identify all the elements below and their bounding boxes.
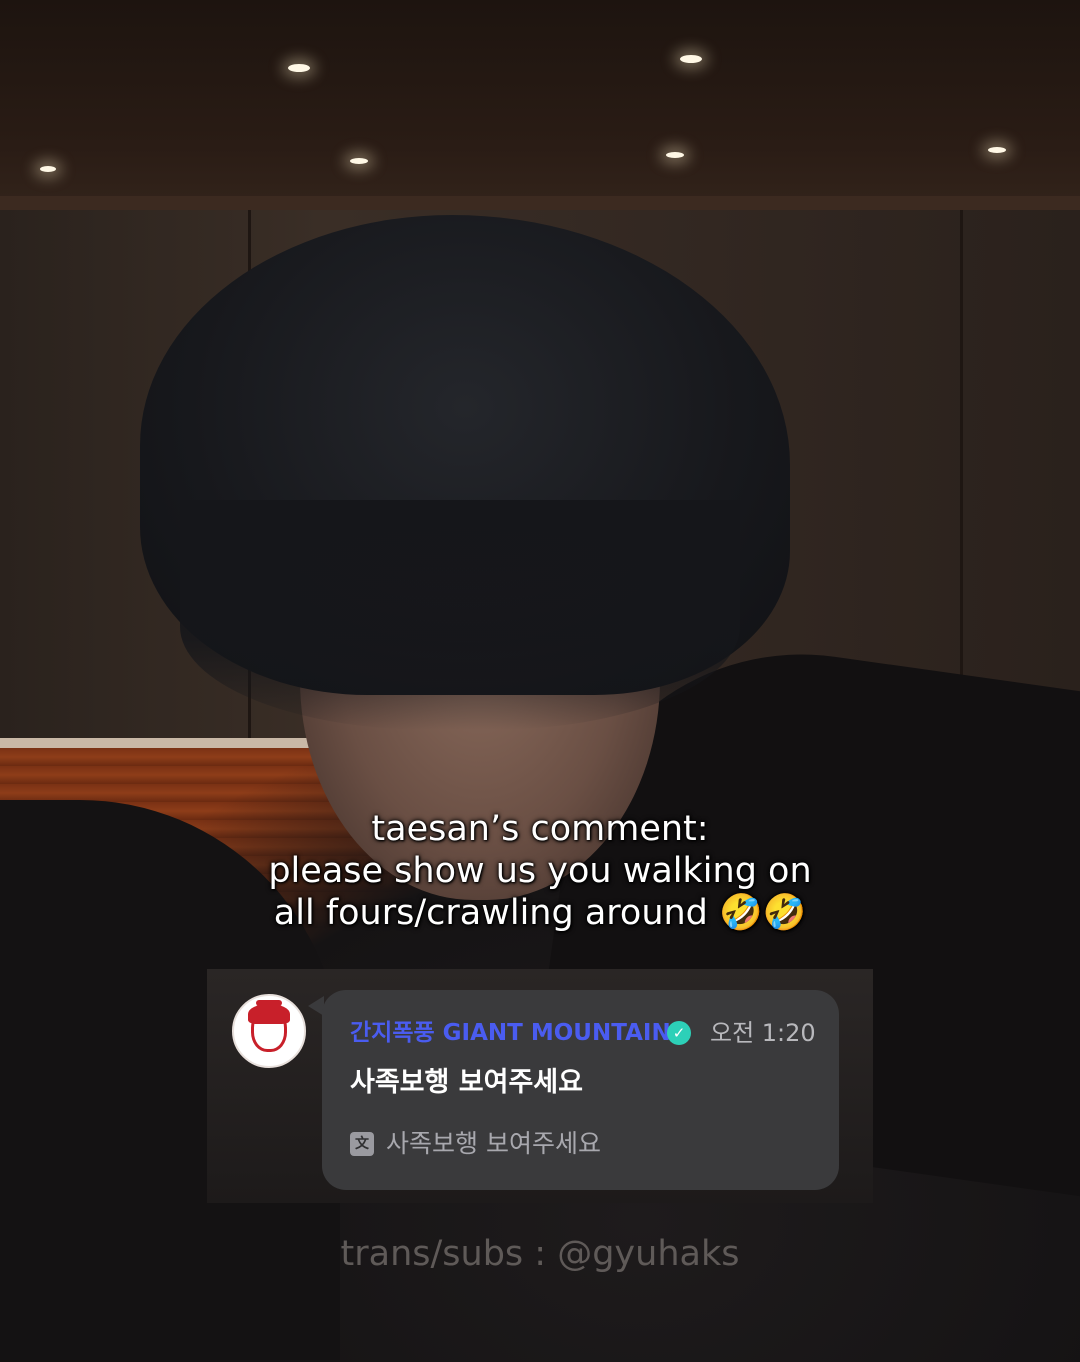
person-hair-fringe — [180, 500, 740, 730]
ceiling-band — [0, 196, 1080, 210]
comment-username: 간지폭풍 GIANT MOUNTAIN — [350, 1020, 671, 1046]
avatar-badge-shape — [256, 1000, 282, 1006]
caption-line-2: please show us you walking on — [268, 851, 812, 891]
ceiling-light — [666, 152, 684, 158]
ceiling — [0, 0, 1080, 210]
ceiling-light — [680, 55, 702, 63]
ceiling-light — [988, 147, 1006, 153]
avatar — [232, 994, 306, 1068]
subtitle-caption: taesan’s comment: please show us you wal… — [0, 808, 1080, 934]
caption-line-3: all fours/crawling around 🤣🤣 — [273, 893, 807, 933]
verified-check-icon: ✓ — [667, 1021, 691, 1045]
comment-time: 오전 1:20 — [710, 1019, 816, 1047]
avatar-face-shape — [251, 1008, 287, 1052]
ceiling-light — [288, 64, 310, 72]
comment-translation: 사족보행 보여주세요 — [386, 1129, 601, 1158]
comment-message: 사족보행 보여주세요 — [350, 1067, 583, 1098]
ceiling-light — [350, 158, 368, 164]
caption-line-1: taesan’s comment: — [371, 809, 709, 849]
ceiling-light — [40, 166, 56, 172]
credit-watermark: trans/subs : @gyuhaks — [340, 1234, 740, 1274]
translate-icon[interactable]: 文 — [350, 1132, 374, 1156]
